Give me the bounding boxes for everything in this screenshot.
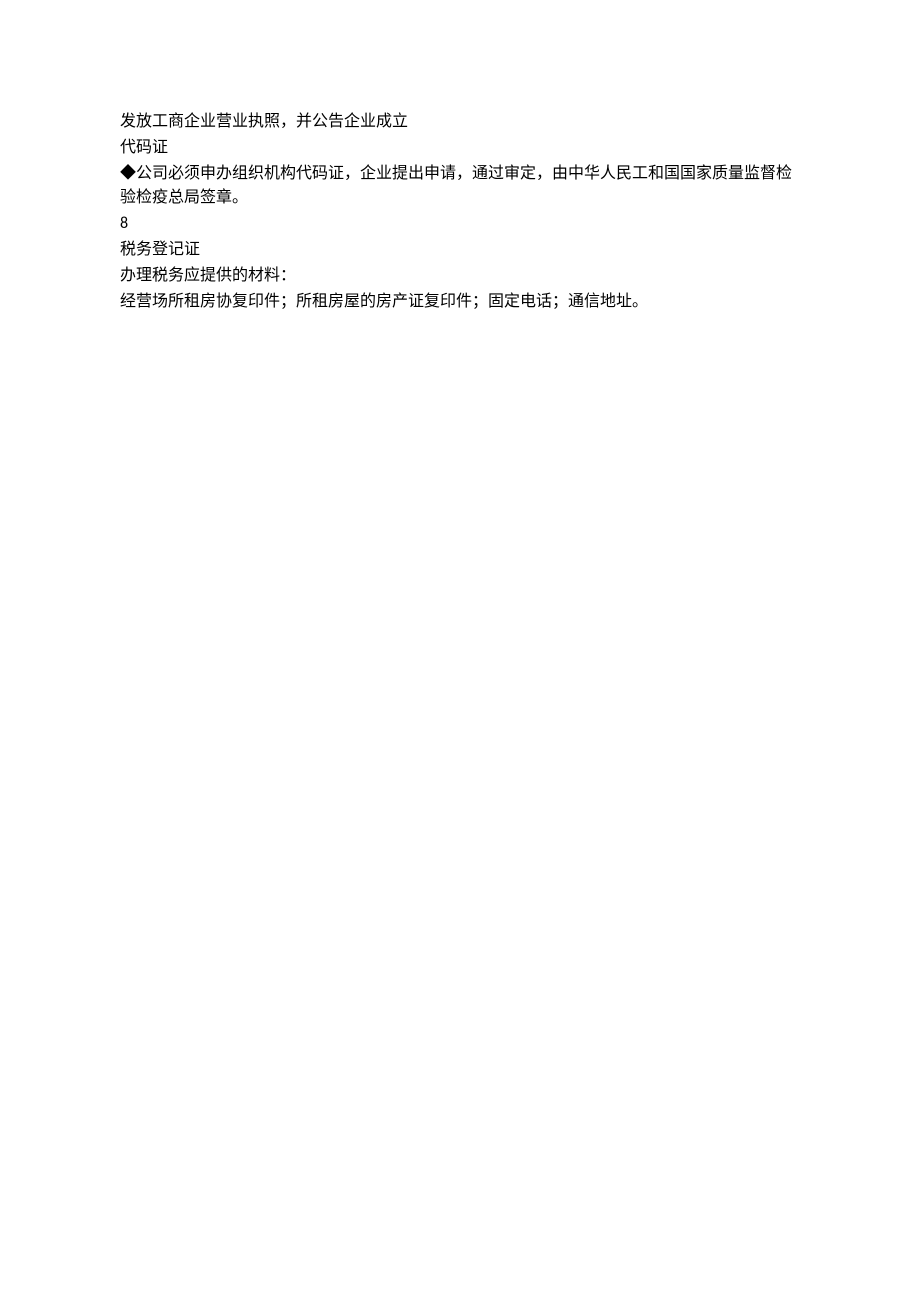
text-line-6: 办理税务应提供的材料：: [120, 264, 800, 288]
text-line-2: 代码证: [120, 136, 800, 160]
text-line-1: 发放工商企业营业执照，并公告企业成立: [120, 110, 800, 134]
document-content: 发放工商企业营业执照，并公告企业成立 代码证 ◆公司必须申办组织机构代码证，企业…: [120, 110, 800, 314]
text-line-4: 8: [120, 212, 800, 236]
text-line-5: 税务登记证: [120, 238, 800, 262]
text-line-7: 经营场所租房协复印件；所租房屋的房产证复印件；固定电话；通信地址。: [120, 290, 800, 314]
text-line-3: ◆公司必须申办组织机构代码证，企业提出申请，通过审定，由中华人民工和国国家质量监…: [120, 162, 800, 210]
